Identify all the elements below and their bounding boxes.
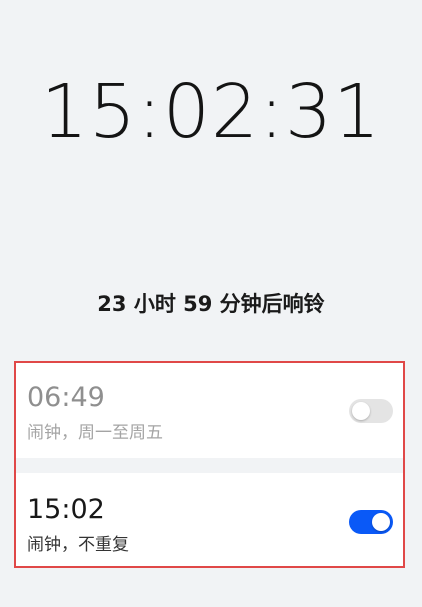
next-alarm-countdown: 23 小时 59 分钟后响铃 [97,292,325,316]
annotation-highlight-box [14,361,405,568]
current-time-clock: 15:02:31 [40,69,382,155]
